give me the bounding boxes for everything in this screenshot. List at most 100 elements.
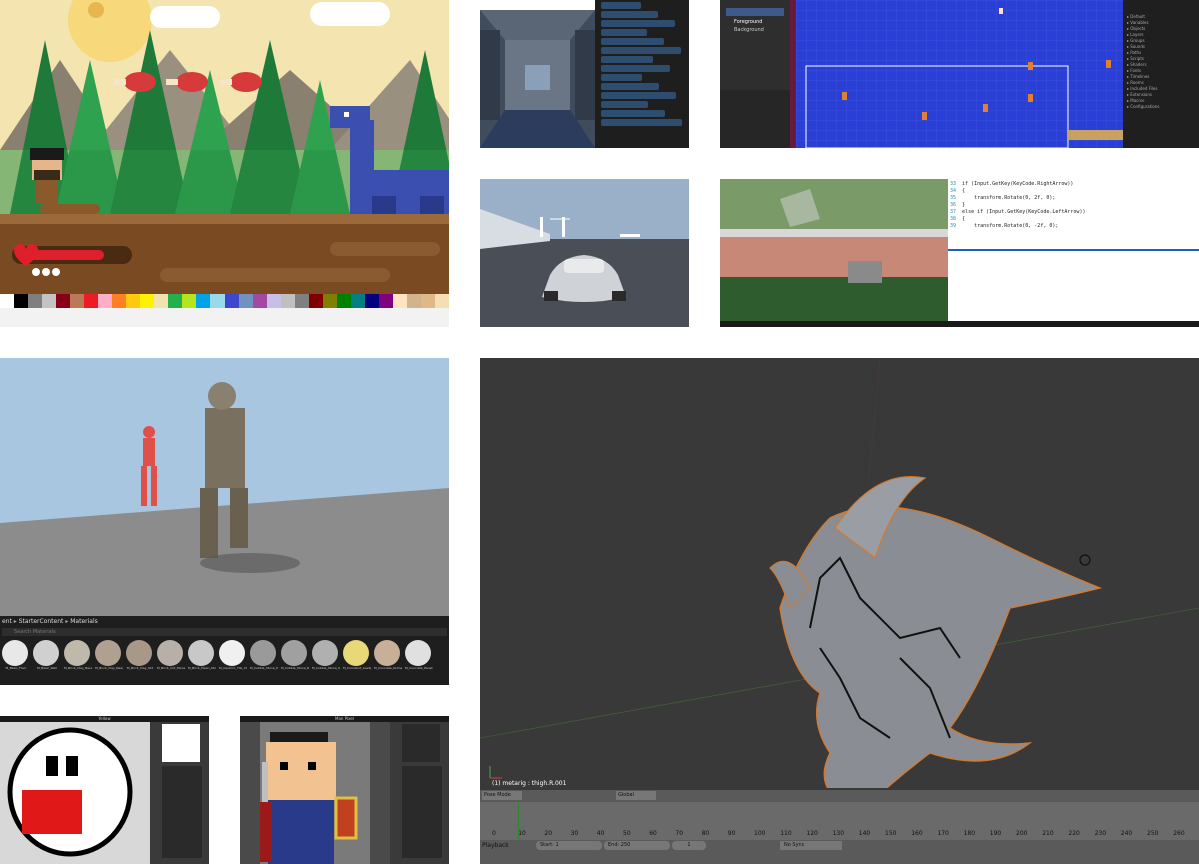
palette-swatch[interactable] <box>350 294 365 308</box>
code-line <box>601 110 665 117</box>
breadcrumb-item[interactable]: ent <box>2 618 12 625</box>
layer-row[interactable]: Foreground <box>726 8 784 25</box>
palette-swatch[interactable] <box>56 294 71 308</box>
material-preview <box>126 640 152 666</box>
material-tile[interactable]: M_Concrete_Grime <box>374 640 402 670</box>
palette-swatch[interactable] <box>364 294 379 308</box>
code-line <box>601 119 682 126</box>
start-frame-field[interactable]: Start: 1 <box>536 841 602 850</box>
palette-swatch[interactable] <box>252 294 267 308</box>
palette-swatch[interactable] <box>140 294 155 308</box>
palette-swatch[interactable] <box>210 294 225 308</box>
search-input[interactable]: Search Materials <box>2 628 447 636</box>
palette-swatch[interactable] <box>112 294 127 308</box>
tool-palette[interactable] <box>162 766 202 858</box>
material-tile[interactable]: M_Ceramic_Tile_Checker <box>219 640 247 670</box>
material-tile[interactable]: M_Brick_Hewn_Stone <box>188 640 216 670</box>
orientation-select[interactable]: Global <box>616 791 656 800</box>
palette-swatch[interactable] <box>196 294 211 308</box>
material-preview <box>312 640 338 666</box>
material-tile[interactable]: M_ColorGrid_LowSpec <box>343 640 371 670</box>
pixel-editor-ghost: Yellow <box>0 716 209 864</box>
material-tile[interactable]: M_Brick_Clay_Beveled <box>64 640 92 670</box>
color-palette[interactable] <box>0 294 449 308</box>
layer-label: Background <box>734 27 764 33</box>
sync-select[interactable]: No Sync <box>780 841 842 850</box>
timeline-tick: 50 <box>623 830 631 837</box>
timeline[interactable]: 0 10 20 30 40 50 60 70 80 90 100 110 120 130 140 150 160… <box>480 802 1199 840</box>
code-line <box>601 20 675 27</box>
palette-swatch[interactable] <box>42 294 57 308</box>
material-tile[interactable]: M_Cobble_Stone_Pebble <box>250 640 278 670</box>
palette-swatch[interactable] <box>28 294 43 308</box>
breadcrumb-item[interactable]: Materials <box>70 618 98 625</box>
code-window[interactable]: 33 if (Input.GetKey(KeyCode.RightArrow))… <box>948 179 1199 249</box>
palette-swatch[interactable] <box>182 294 197 308</box>
end-frame-field[interactable]: End: 250 <box>604 841 670 850</box>
palette-swatch[interactable] <box>266 294 281 308</box>
palette-swatch[interactable] <box>238 294 253 308</box>
material-tile[interactable]: M_Cobble_Stone_Smooth <box>312 640 340 670</box>
palette-swatch[interactable] <box>308 294 323 308</box>
palette-swatch[interactable] <box>126 294 141 308</box>
current-frame-field[interactable]: 1 <box>672 841 706 850</box>
palette-swatch[interactable] <box>434 294 449 308</box>
palette-swatch[interactable] <box>98 294 113 308</box>
palette-swatch[interactable] <box>280 294 295 308</box>
material-tile[interactable]: M_Cobble_Stone_Rough <box>281 640 309 670</box>
material-label: M_Brick_Clay_Beveled <box>64 666 92 670</box>
code-editor[interactable] <box>595 0 689 148</box>
mode-select[interactable]: Pose Mode <box>482 791 522 800</box>
material-label: M_Brick_Clay_New <box>95 666 123 670</box>
playback-menu[interactable]: Playback <box>482 842 509 849</box>
palette-swatch[interactable] <box>224 294 239 308</box>
breadcrumb-item[interactable]: StarterContent <box>19 618 64 625</box>
material-tile[interactable]: M_Concrete_Panels <box>405 640 433 670</box>
palette-swatch[interactable] <box>294 294 309 308</box>
unreal-viewport <box>0 358 449 618</box>
tool-palette[interactable] <box>402 766 442 858</box>
resource-tree[interactable]: ▸ Default ▸ Variables ▸ Objects ▸ Layers ▸ G… <box>1123 0 1199 148</box>
code-line <box>601 2 641 9</box>
pixel-canvas[interactable] <box>0 722 150 864</box>
breadcrumb: ent ▸ StarterContent ▸ Materials <box>2 618 98 625</box>
palette-swatch[interactable] <box>336 294 351 308</box>
material-label: M_Ceramic_Tile_Checker <box>219 666 247 670</box>
palette-swatch[interactable] <box>154 294 169 308</box>
palette-swatch[interactable] <box>406 294 421 308</box>
palette-swatch[interactable] <box>70 294 85 308</box>
layer-row[interactable]: Background <box>726 16 784 33</box>
palette-swatch[interactable] <box>0 294 15 308</box>
code-line: 37 else if (Input.GetKey(KeyCode.LeftArr… <box>950 209 1086 215</box>
palette-swatch[interactable] <box>322 294 337 308</box>
palette-swatch[interactable] <box>392 294 407 308</box>
timeline-tick: 140 <box>858 830 871 837</box>
scifi-viewport <box>480 10 595 148</box>
code-line <box>601 92 676 99</box>
palette-swatch[interactable] <box>168 294 183 308</box>
resource-item[interactable]: ▸ Configurations <box>1123 104 1199 110</box>
palette-swatch[interactable] <box>378 294 393 308</box>
life-icon <box>42 268 50 276</box>
palette-swatch[interactable] <box>84 294 99 308</box>
room-canvas[interactable] <box>796 0 1126 148</box>
unreal-editor-panel: ent ▸ StarterContent ▸ Materials Search … <box>0 358 449 685</box>
object-label: (1) metarig : thigh.R.001 <box>492 780 567 787</box>
material-tile[interactable]: M_Brick_Clay_Old <box>126 640 154 670</box>
timeline-tick: 190 <box>989 830 1002 837</box>
3d-viewport[interactable] <box>480 358 1199 788</box>
material-label: M_Basic_Floor <box>5 666 27 670</box>
material-preview <box>250 640 276 666</box>
pixel-canvas[interactable] <box>240 722 390 864</box>
code-line: 38 { <box>950 216 966 222</box>
palette-swatch[interactable] <box>420 294 435 308</box>
code-line <box>601 11 658 18</box>
code-line <box>601 65 670 72</box>
viewport-header: Pose Mode Global <box>480 790 1199 802</box>
palette-swatch[interactable] <box>14 294 29 308</box>
material-tile[interactable]: M_Basic_Floor <box>2 640 30 670</box>
timeline-tick: 220 <box>1068 830 1080 837</box>
material-tile[interactable]: M_Basic_Wall <box>33 640 61 670</box>
material-tile[interactable]: M_Brick_Cut_Stone <box>157 640 185 670</box>
material-tile[interactable]: M_Brick_Clay_New <box>95 640 123 670</box>
